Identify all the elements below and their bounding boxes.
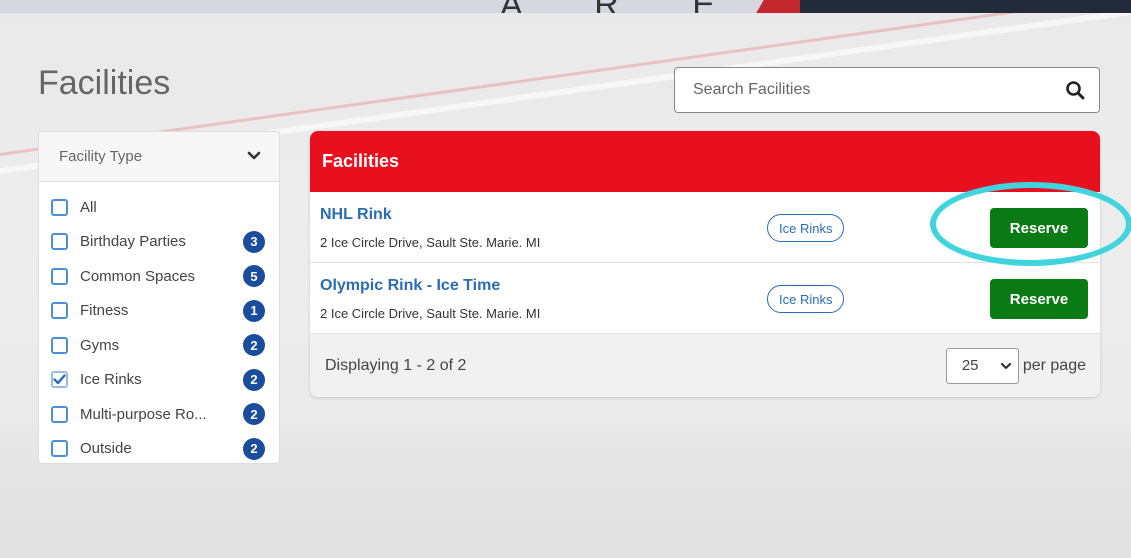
facility-row: Olympic Rink - Ice Time 2 Ice Circle Driv… xyxy=(310,263,1100,334)
filter-item[interactable]: Multi-purpose Ro... 2 xyxy=(39,397,279,432)
results-header: Facilities xyxy=(310,131,1100,192)
facility-address: 2 Ice Circle Drive, Sault Ste. Marie. MI xyxy=(320,306,541,321)
filter-item-label: Gyms xyxy=(80,336,120,354)
filter-item[interactable]: Fitness 1 xyxy=(39,294,279,329)
filter-header[interactable]: Facility Type xyxy=(39,132,279,182)
facility-type-tag[interactable]: Ice Rinks xyxy=(767,285,845,313)
filter-item[interactable]: All xyxy=(39,190,279,225)
filter-item-label: Birthday Parties xyxy=(80,233,186,251)
reserve-button[interactable]: Reserve xyxy=(990,279,1088,319)
checkmark-icon xyxy=(53,374,66,385)
filter-checkbox[interactable] xyxy=(51,405,68,423)
chevron-down-icon[interactable] xyxy=(247,148,261,166)
filter-list: All Birthday Parties 3 Common Spaces 5 Fitnes… xyxy=(39,182,279,466)
facility-address: 2 Ice Circle Drive, Sault Ste. Marie. MI xyxy=(320,235,541,250)
per-page-value: 25 xyxy=(961,357,979,374)
count-badge: 2 xyxy=(243,437,265,460)
filter-item[interactable]: Outside 2 xyxy=(39,432,279,467)
chevron-down-icon xyxy=(1000,357,1012,374)
filter-checkbox[interactable] xyxy=(51,336,68,354)
filter-item-label: Outside xyxy=(80,440,132,458)
top-banner: A R E N A xyxy=(0,0,1131,13)
filter-item-label: All xyxy=(80,198,97,216)
filter-item[interactable]: Common Spaces 5 xyxy=(39,259,279,294)
count-badge: 2 xyxy=(243,334,265,357)
search-icon[interactable] xyxy=(1065,80,1085,100)
per-page-select[interactable]: 25 xyxy=(945,347,1019,384)
count-badge: 2 xyxy=(243,403,265,426)
pagination-footer: Displaying 1 - 2 of 2 25 per page xyxy=(310,334,1100,397)
count-badge: 5 xyxy=(243,265,265,288)
search-input[interactable] xyxy=(693,81,1065,99)
filter-item-label: Ice Rinks xyxy=(80,371,142,389)
filter-checkbox[interactable] xyxy=(51,371,68,389)
facilities-panel: Facilities NHL Rink 2 Ice Circle Drive, S… xyxy=(310,131,1100,397)
per-page-control: 25 per page xyxy=(945,347,1086,384)
filter-checkbox[interactable] xyxy=(51,233,68,251)
displaying-count: Displaying 1 - 2 of 2 xyxy=(325,356,467,374)
filter-item[interactable]: Birthday Parties 3 xyxy=(39,225,279,260)
filter-checkbox[interactable] xyxy=(51,302,68,320)
filter-item-label: Multi-purpose Ro... xyxy=(80,405,207,423)
filter-checkbox[interactable] xyxy=(51,267,68,285)
filter-checkbox[interactable] xyxy=(51,440,68,458)
filter-checkbox[interactable] xyxy=(51,198,68,216)
filter-item-label: Fitness xyxy=(80,302,129,320)
count-badge: 1 xyxy=(243,299,265,322)
count-badge: 3 xyxy=(243,230,265,253)
filter-header-label: Facility Type xyxy=(59,148,143,165)
facility-name-link[interactable]: Olympic Rink - Ice Time xyxy=(320,277,500,295)
search-box xyxy=(674,67,1100,113)
filter-item[interactable]: Ice Rinks 2 xyxy=(39,363,279,398)
facility-type-filter: Facility Type All Birthday Parties 3 Common… xyxy=(38,131,280,464)
page-title: Facilities xyxy=(38,64,171,102)
facility-row: NHL Rink 2 Ice Circle Drive, Sault Ste. M… xyxy=(310,192,1100,263)
reserve-button[interactable]: Reserve xyxy=(990,208,1088,248)
count-badge: 2 xyxy=(243,368,265,391)
facility-name-link[interactable]: NHL Rink xyxy=(320,206,392,224)
per-page-label: per page xyxy=(1022,356,1086,374)
facility-type-tag[interactable]: Ice Rinks xyxy=(767,214,845,242)
filter-item[interactable]: Gyms 2 xyxy=(39,328,279,363)
filter-item-label: Common Spaces xyxy=(80,267,196,285)
